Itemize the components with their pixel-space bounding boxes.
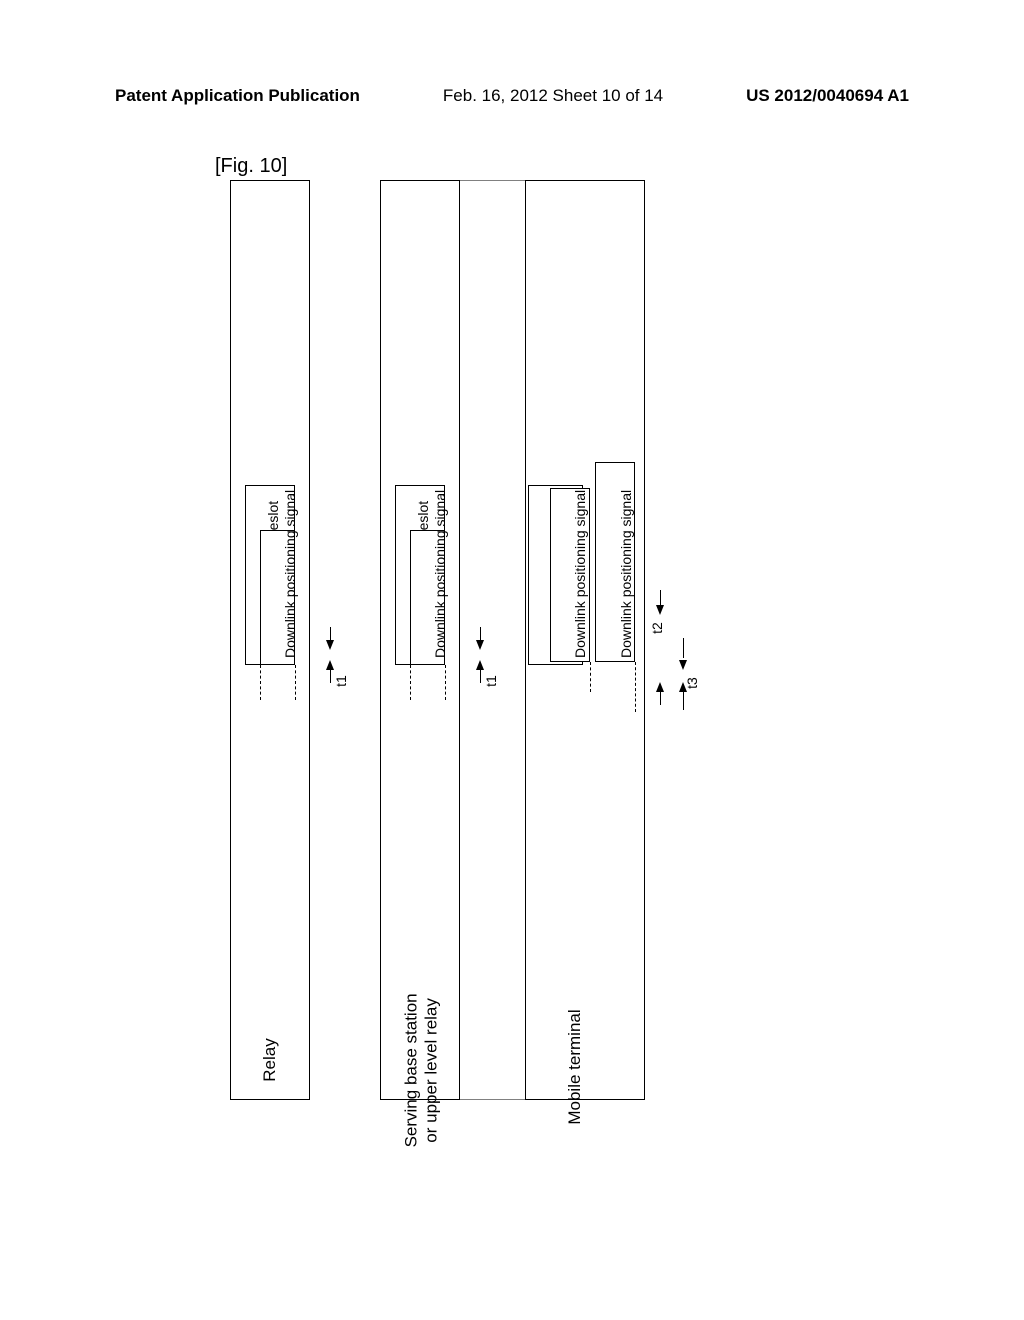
figure-label: [Fig. 10] xyxy=(215,155,287,178)
mobile-downlink-signal-1-text: Downlink positioning signal xyxy=(572,490,588,658)
relay-downlink-signal-text: Downlink positioning signal xyxy=(282,490,298,658)
dash-mobile-dps1 xyxy=(590,662,591,692)
label-relay: Relay xyxy=(260,960,280,1160)
serving-downlink-signal-text: Downlink positioning signal xyxy=(432,490,448,658)
mobile-t3-label: t3 xyxy=(684,677,700,689)
label-mobile: Mobile terminal xyxy=(565,967,585,1167)
header-date-sheet: Feb. 16, 2012 Sheet 10 of 14 xyxy=(443,86,663,106)
connector-lines xyxy=(230,180,770,1100)
dash-serving-right xyxy=(445,665,446,700)
dash-relay-right xyxy=(295,665,296,700)
dash-serving-left xyxy=(410,665,411,700)
dash-relay-left xyxy=(260,665,261,700)
serving-t1-label: t1 xyxy=(483,675,499,687)
mobile-t2-label: t2 xyxy=(649,622,665,634)
mobile-downlink-signal-2-text: Downlink positioning signal xyxy=(618,490,634,658)
relay-t1-label: t1 xyxy=(333,675,349,687)
header-patent-id: US 2012/0040694 A1 xyxy=(746,86,909,106)
diagram: Relay Serving base stationor upper level… xyxy=(230,180,770,1100)
label-serving: Serving base stationor upper level relay xyxy=(402,930,443,1210)
dash-mobile-dps2 xyxy=(635,662,636,712)
header-publication: Patent Application Publication xyxy=(115,86,360,106)
